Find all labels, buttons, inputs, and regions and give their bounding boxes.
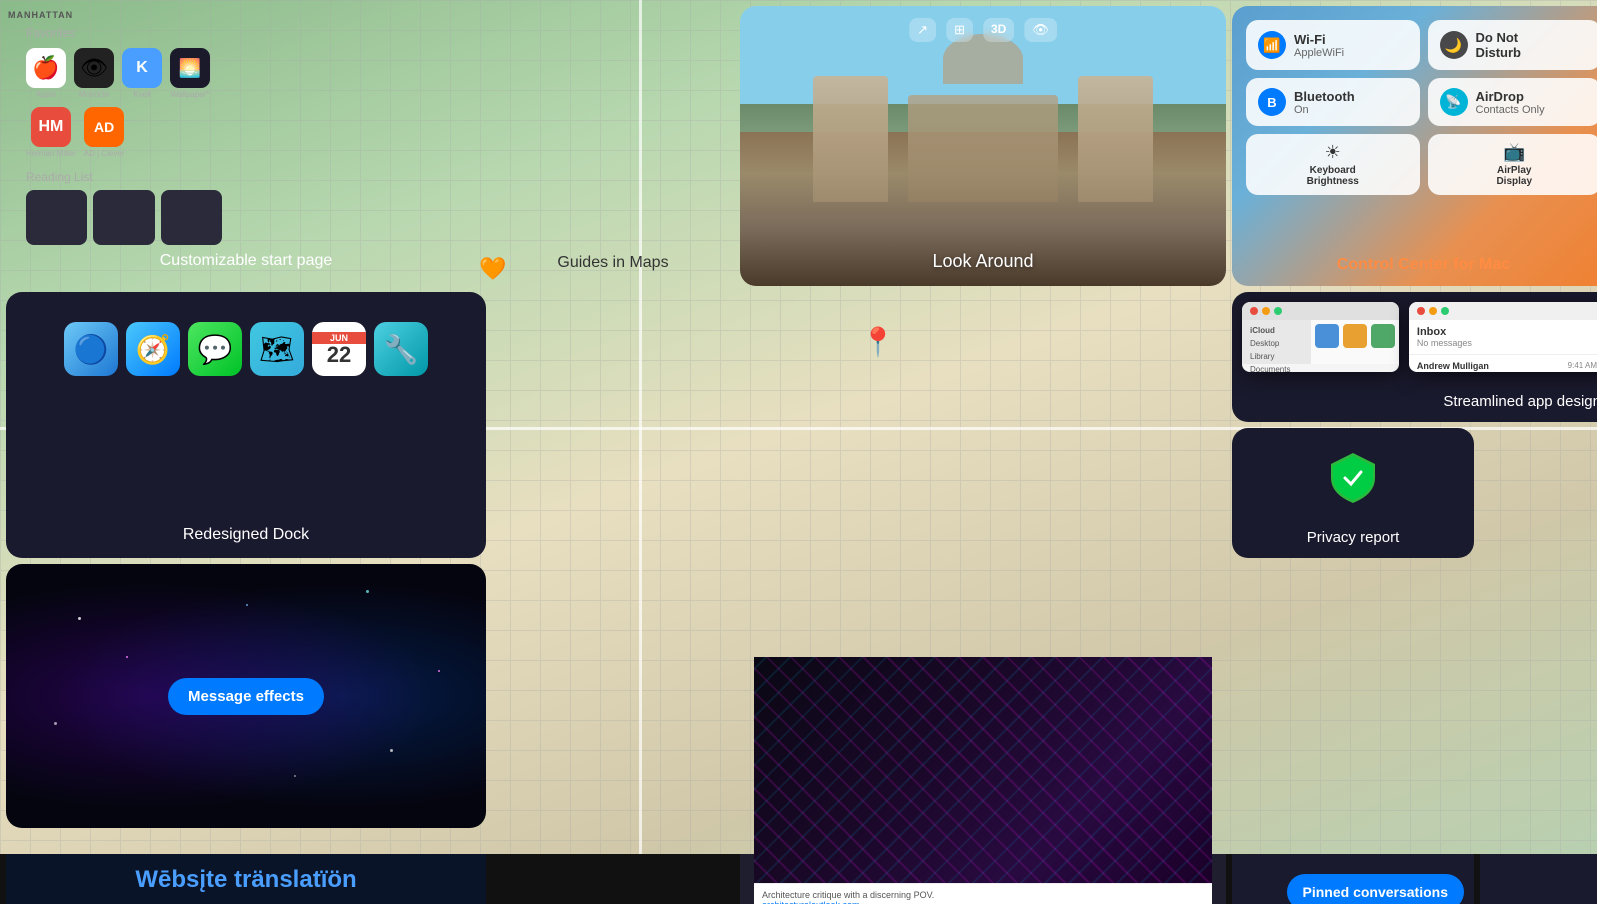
card-message-effects: Message effects (6, 564, 486, 828)
card-maps: 📍 🧡 💚 MANHATTAN Guides in Maps (492, 6, 734, 286)
card-dock: 🔵 🧭 💬 🗺 JUN 22 🔧 Redesigned Dock (6, 292, 486, 558)
card-control-center-label: Control Center for Mac (1244, 256, 1597, 274)
message-effects-label: Message effects (188, 688, 304, 705)
airdrop-subtitle: Contacts Only (1476, 104, 1545, 116)
card-control-center: 📶 Wi-Fi AppleWiFi 🌙 Do Not Disturb B Blu… (1232, 6, 1597, 286)
app-icon-herman: HM Herman Miller (26, 107, 76, 158)
app-icon-monocle: 👁 Monocle (74, 48, 114, 99)
app-icon-ad: AD AD | Clever (84, 107, 125, 158)
card-start-page-label: Customizable start page (22, 252, 470, 270)
favorites-label: Favorites (26, 26, 222, 40)
pinned-conversations-bubble: Pinned conversations (1287, 874, 1464, 904)
browser-caption: Architecture critique with a discerning … (762, 890, 1204, 900)
card-privacy: Privacy report (1232, 428, 1474, 558)
app-icon-wallpaper: 🌅 Wallpaper* (170, 48, 210, 99)
card-maps-label: Guides in Maps (506, 254, 720, 272)
card-look-around-label: Look Around (754, 251, 1212, 272)
app-icon-apple: 🍎 Apple (26, 48, 66, 99)
card-dock-label: Redesigned Dock (183, 526, 309, 544)
reading-list-label: Reading List (26, 170, 222, 184)
card-privacy-label: Privacy report (1307, 529, 1400, 546)
bluetooth-label: Bluetooth (1294, 89, 1355, 104)
website-translation-label: Wēbsįte tränslatïön (135, 866, 356, 894)
card-look-around: ↗ ⊞ 3D 👁 Look Around (740, 6, 1226, 286)
airdrop-label: AirDrop (1476, 89, 1545, 104)
browser-caption-url: architecturaloutlook.com (762, 900, 1204, 904)
card-app-design-label: Streamlined app design (1443, 393, 1597, 410)
keyboard-brightness-label: KeyboardBrightness (1307, 165, 1359, 187)
app-icon-kvell: K Kvell (122, 48, 162, 99)
card-app-design: iCloud Desktop Library Documents iCloud … (1232, 292, 1597, 422)
